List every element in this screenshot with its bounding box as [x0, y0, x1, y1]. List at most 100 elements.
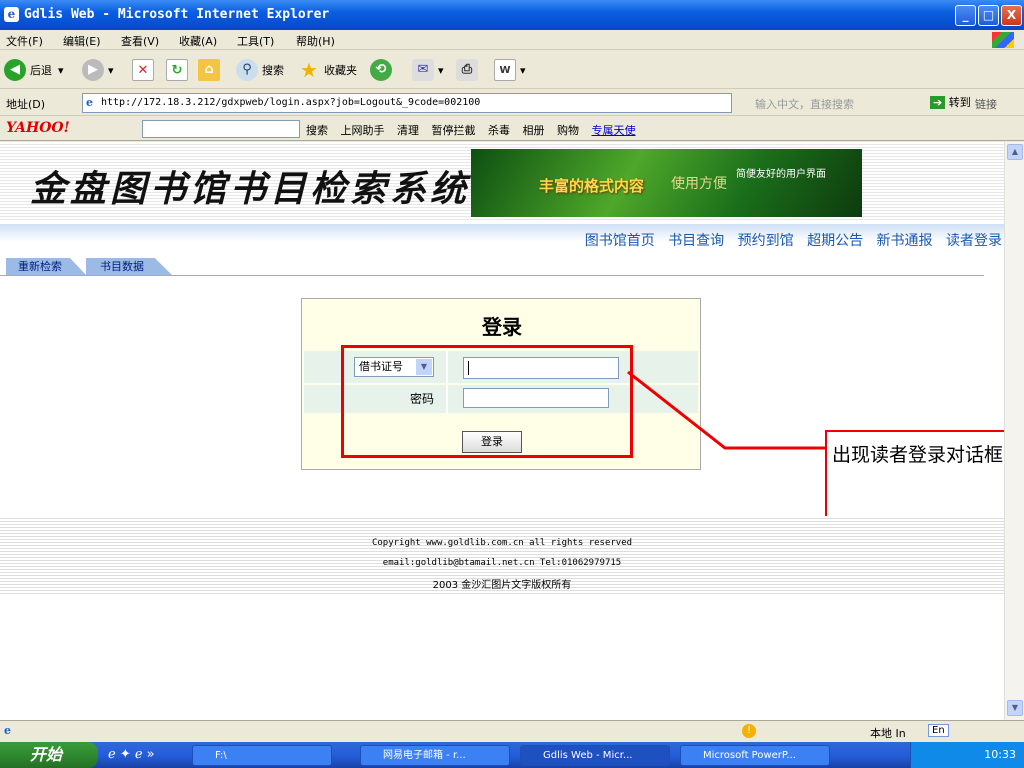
nav-new-books[interactable]: 新书通报 [877, 233, 933, 249]
search-button[interactable]: ⚲ 搜索 [236, 56, 284, 84]
address-input[interactable]: http://172.18.3.212/gdxpweb/login.aspx?j… [82, 93, 732, 113]
nav-library-home[interactable]: 图书馆首页 [585, 233, 655, 249]
start-label: 开始 [30, 745, 63, 764]
scroll-down-icon[interactable]: ▼ [1007, 700, 1023, 716]
vertical-scrollbar[interactable]: ▲ ▼ [1004, 142, 1024, 720]
word-icon: W [494, 59, 516, 81]
banner-small-text: 简便友好的用户界面 [736, 169, 826, 180]
task-netease-mail[interactable]: 网易电子邮箱 - r... [360, 745, 510, 766]
history-icon: ⟲ [370, 59, 392, 81]
tab-strip: 重新检索 书目数据 [0, 256, 984, 276]
callout-line [627, 370, 826, 450]
ie-icon: e [4, 7, 19, 22]
home-icon: ⌂ [198, 59, 220, 81]
yahoo-search-input[interactable] [142, 120, 300, 138]
nav-reader-login[interactable]: 读者登录 [946, 233, 1002, 249]
favorites-label: 收藏夹 [324, 64, 357, 77]
status-bar: e ! 本地 In En [0, 720, 1024, 742]
edit-button[interactable]: W ▾ [494, 56, 526, 84]
yahoo-angel-link[interactable]: 专属天使 [592, 124, 636, 137]
yahoo-clean[interactable]: 清理 [397, 124, 419, 137]
security-zone: 本地 In [870, 727, 906, 740]
address-label: 地址(D) [6, 98, 46, 111]
star-icon: ★ [300, 58, 318, 82]
taskbar: 开始 ℯ ✦ ℯ » F:\ 网易电子邮箱 - r... Gdlis Web -… [0, 742, 1024, 768]
start-button[interactable]: 开始 [0, 742, 98, 768]
nav-reservation[interactable]: 预约到馆 [738, 233, 794, 249]
minimize-button[interactable]: _ [955, 5, 976, 26]
back-button[interactable]: ◀ 后退 ▾ [4, 56, 64, 84]
site-footer: Copyright www.goldlib.com.cn all rights … [0, 516, 1004, 596]
nav-catalog-search[interactable]: 书目查询 [668, 233, 724, 249]
system-tray: 10:33 [910, 742, 1024, 768]
highlight-box [341, 345, 633, 458]
search-label: 搜索 [262, 64, 284, 77]
tab-research[interactable]: 重新检索 [6, 258, 86, 275]
yahoo-assistant[interactable]: 上网助手 [341, 124, 385, 137]
page-content: 金盘图书馆书目检索系统 丰富的格式内容 使用方便 简便友好的用户界面 图书馆首页… [0, 142, 1004, 720]
home-button[interactable]: ⌂ [198, 56, 224, 84]
mail-icon: ✉ [412, 59, 434, 81]
menu-file[interactable]: 文件(F) [6, 33, 43, 49]
site-logo: 金盘图书馆书目检索系统 [30, 168, 471, 210]
yahoo-popup-block[interactable]: 暂停拦截 [432, 124, 476, 137]
scroll-up-icon[interactable]: ▲ [1007, 144, 1023, 160]
site-header: 金盘图书馆书目检索系统 丰富的格式内容 使用方便 简便友好的用户界面 [0, 142, 1004, 222]
stop-icon: ✕ [132, 59, 154, 81]
mail-button[interactable]: ✉ ▾ [412, 56, 444, 84]
site-nav: 图书馆首页 书目查询 预约到馆 超期公告 新书通报 读者登录 [576, 230, 1002, 250]
yahoo-album[interactable]: 相册 [523, 124, 545, 137]
back-label: 后退 [30, 64, 52, 77]
login-title: 登录 [482, 315, 522, 339]
go-label: 转到 [948, 96, 971, 109]
yahoo-toolbar: YAHOO! 搜索 上网助手 清理 暂停拦截 杀毒 相册 购物 专属天使 [0, 117, 1024, 141]
search-hint[interactable]: 输入中文，直接搜索 [755, 96, 854, 112]
page-status-icon: e [4, 724, 11, 737]
yahoo-antivirus[interactable]: 杀毒 [488, 124, 510, 137]
address-bar: 地址(D) http://172.18.3.212/gdxpweb/login.… [0, 90, 1024, 116]
banner-main-text: 丰富的格式内容 [539, 177, 645, 195]
back-arrow-icon: ◀ [4, 59, 26, 81]
links-button[interactable]: 链接 [975, 96, 997, 112]
stop-button[interactable]: ✕ [132, 56, 158, 84]
banner-sub-text: 使用方便 [671, 176, 727, 192]
close-button[interactable]: X [1001, 5, 1022, 26]
menu-view[interactable]: 查看(V) [121, 33, 159, 49]
task-folder[interactable]: F:\ [192, 745, 332, 766]
forward-button[interactable]: ▶ ▾ [82, 56, 114, 84]
favorites-button[interactable]: ★ 收藏夹 [298, 56, 357, 84]
clock[interactable]: 10:33 [984, 748, 1016, 761]
maximize-button[interactable]: □ [978, 5, 999, 26]
footer-contact: email:goldlib@btamail.net.cn Tel:0106297… [382, 558, 622, 568]
history-button[interactable]: ⟲ [370, 56, 396, 84]
warning-icon: ! [742, 724, 756, 738]
windows-flag-icon [992, 32, 1014, 48]
menu-help[interactable]: 帮助(H) [296, 33, 335, 49]
language-indicator[interactable]: En [928, 724, 949, 737]
menu-tools[interactable]: 工具(T) [237, 33, 274, 49]
toolbar: ◀ 后退 ▾ ▶ ▾ ✕ ↻ ⌂ ⚲ 搜索 ★ 收藏夹 ⟲ ✉ ▾ ⎙ W ▾ [0, 51, 1024, 89]
forward-arrow-icon: ▶ [82, 59, 104, 81]
tab-catalog-data[interactable]: 书目数据 [86, 258, 172, 275]
menu-edit[interactable]: 编辑(E) [63, 33, 101, 49]
window-title: Gdlis Web - Microsoft Internet Explorer [24, 7, 330, 22]
nav-overdue[interactable]: 超期公告 [807, 233, 863, 249]
go-arrow-icon: ➔ [930, 96, 946, 109]
footer-rights: 2003 金沙汇图片文字版权所有 [432, 580, 572, 591]
print-button[interactable]: ⎙ [456, 56, 482, 84]
search-icon: ⚲ [236, 59, 258, 81]
task-powerpoint[interactable]: Microsoft PowerP... [680, 745, 830, 766]
task-ie-window[interactable]: Gdlis Web - Micr... [520, 745, 670, 766]
menu-bar: 文件(F) 编辑(E) 查看(V) 收藏(A) 工具(T) 帮助(H) [0, 30, 1024, 50]
quick-launch-icons[interactable]: ℯ ✦ ℯ » [108, 747, 155, 762]
refresh-button[interactable]: ↻ [166, 56, 192, 84]
yahoo-search-button[interactable]: 搜索 [306, 124, 328, 137]
yahoo-shopping[interactable]: 购物 [557, 124, 579, 137]
footer-copyright: Copyright www.goldlib.com.cn all rights … [371, 538, 633, 548]
title-bar: e Gdlis Web - Microsoft Internet Explore… [0, 0, 1024, 30]
menu-favorites[interactable]: 收藏(A) [179, 33, 217, 49]
yahoo-logo[interactable]: YAHOO! [6, 120, 70, 136]
print-icon: ⎙ [456, 59, 478, 81]
go-button[interactable]: ➔ 转到 [930, 94, 971, 110]
refresh-icon: ↻ [166, 59, 188, 81]
